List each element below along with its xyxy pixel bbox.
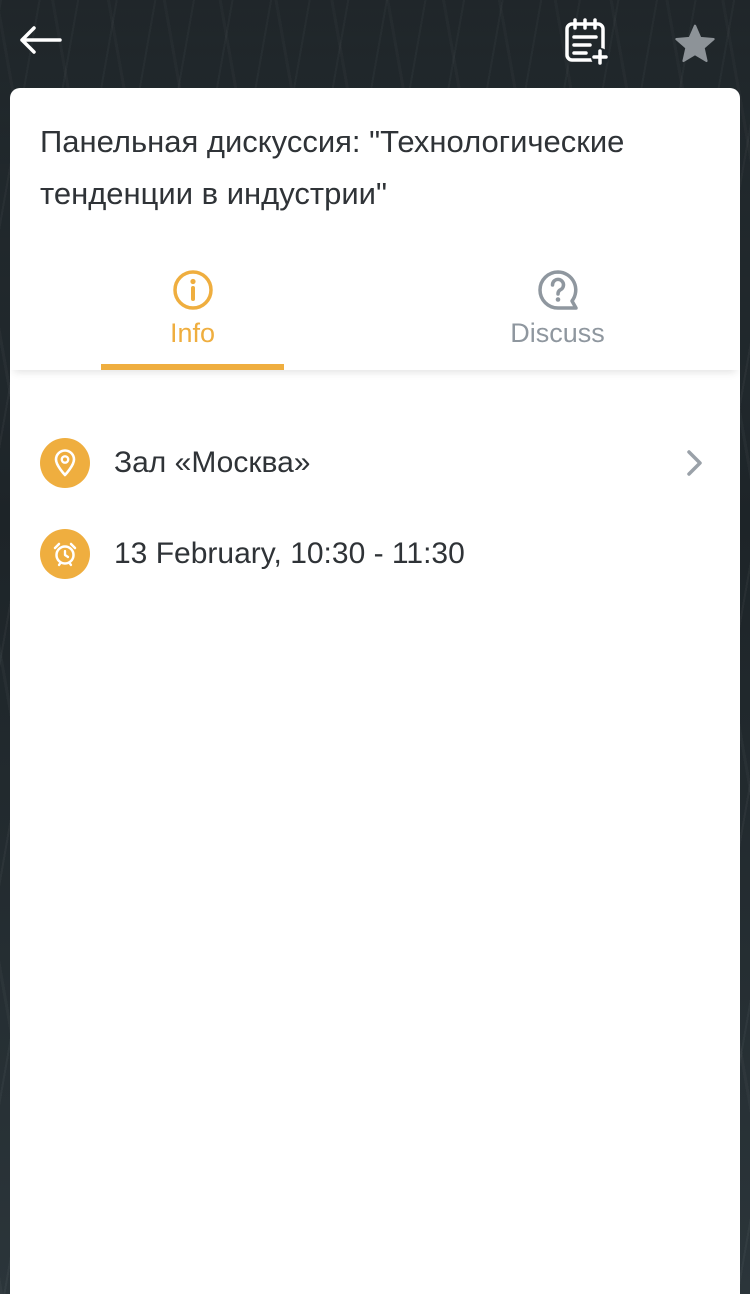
time-row: 13 February, 10:30 - 11:30 [40, 524, 710, 584]
favorite-button[interactable] [668, 18, 722, 70]
chevron-right-icon [680, 443, 710, 483]
event-card: Панельная дискуссия: "Технологические те… [10, 88, 740, 1294]
location-row[interactable]: Зал «Москва» [40, 433, 710, 493]
top-bar [0, 0, 750, 88]
star-icon [675, 24, 715, 63]
event-title: Панельная дискуссия: "Технологические те… [40, 124, 625, 211]
add-to-calendar-button[interactable] [560, 16, 614, 68]
calendar-add-icon [565, 18, 609, 66]
time-icon-badge [40, 529, 90, 579]
info-icon [172, 270, 213, 310]
time-text: 13 February, 10:30 - 11:30 [114, 537, 465, 570]
tab-info-label: Info [169, 318, 216, 348]
tab-discuss[interactable]: Discuss [466, 258, 649, 370]
question-bubble-icon [537, 270, 578, 310]
tab-info[interactable]: Info [101, 258, 284, 370]
arrow-left-icon [20, 26, 62, 54]
alarm-clock-icon [53, 542, 77, 567]
tab-discuss-label: Discuss [510, 318, 605, 348]
tab-bar: Info Discuss [10, 258, 740, 370]
back-button[interactable] [14, 16, 66, 64]
location-pin-icon [54, 449, 76, 477]
location-text: Зал «Москва» [114, 446, 311, 479]
active-tab-indicator [101, 364, 284, 370]
location-icon-badge [40, 438, 90, 488]
